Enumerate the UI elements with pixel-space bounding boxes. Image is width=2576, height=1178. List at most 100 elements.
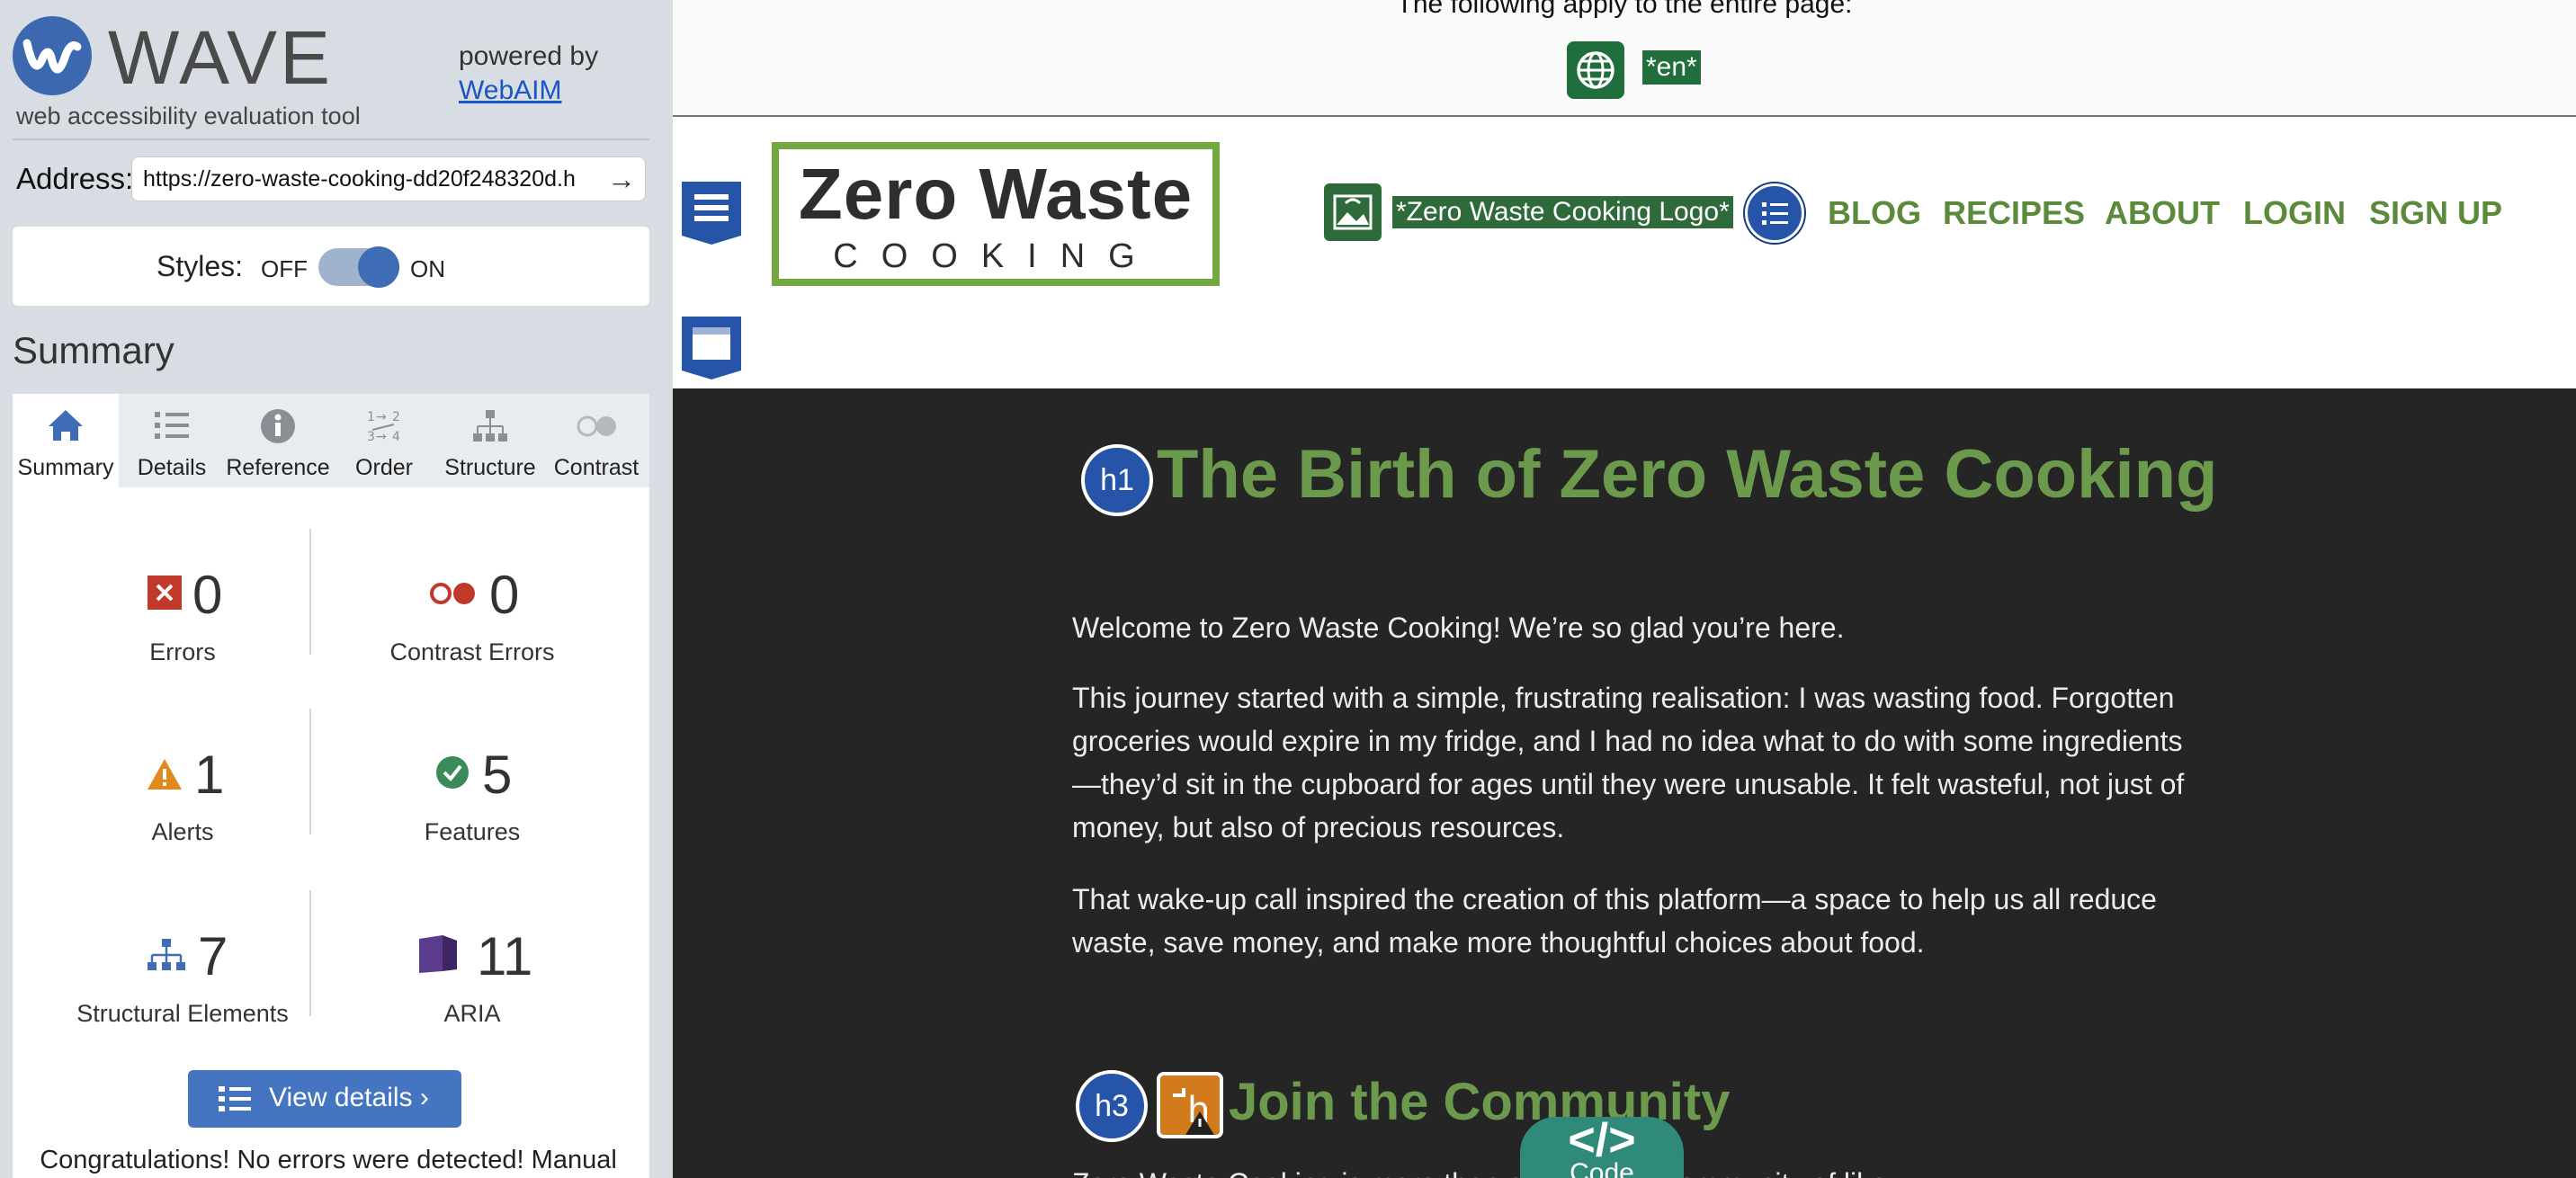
stat-structural[interactable]: 7 Structural Elements (34, 928, 331, 1045)
logo-alt-text: *Zero Waste Cooking Logo* (1392, 196, 1733, 228)
svg-text:3: 3 (367, 430, 375, 444)
styles-label: Styles: (157, 250, 244, 282)
tab-summary[interactable]: Summary (13, 394, 119, 487)
webaim-link[interactable]: WebAIM (459, 76, 561, 106)
powered-by-label: powered by (459, 41, 599, 71)
wave-logo-icon (13, 16, 92, 95)
svg-text:2: 2 (392, 410, 400, 424)
styles-on-label: ON (410, 255, 445, 282)
styles-toggle[interactable] (318, 246, 399, 288)
page-apply-text: The following apply to the entire page: (1396, 0, 1853, 19)
toggle-knob[interactable] (358, 246, 399, 288)
tab-details[interactable]: Details (119, 394, 225, 487)
summary-heading: Summary (13, 329, 174, 371)
stat-alerts[interactable]: 1 Alerts (34, 746, 331, 863)
address-value[interactable]: https://zero-waste-cooking-dd20f248320d.… (143, 166, 593, 192)
tab-label: Reference (226, 455, 330, 480)
nav-login[interactable]: LOGIN (2243, 194, 2346, 232)
svg-text:4: 4 (392, 430, 400, 444)
code-toggle-button[interactable]: </> Code (1520, 1117, 1684, 1178)
code-label: Code (1570, 1158, 1634, 1178)
structural-label: Structural Elements (76, 1000, 289, 1027)
stat-aria[interactable]: 11 ARIA (324, 928, 621, 1045)
wave-subtitle: web accessibility evaluation tool (16, 103, 361, 129)
page-preview: The following apply to the entire page: … (673, 0, 2576, 1178)
nav-sign-up[interactable]: SIGN UP (2369, 194, 2502, 232)
mission-paragraph: That wake-up call inspired the creation … (1072, 883, 2157, 959)
errors-count: 0 (192, 565, 223, 625)
svg-text:→: → (376, 410, 387, 424)
structural-count: 7 (198, 926, 228, 986)
order-icon: 1 → 2 3 → 4 (331, 406, 437, 446)
arrow-right-icon[interactable]: → (607, 163, 636, 196)
header-landmark-icon[interactable] (680, 180, 743, 246)
community-paragraph: Zero Waste Cooking is more than a a grow… (1072, 1167, 1887, 1178)
globe-icon[interactable] (1567, 41, 1624, 99)
address-input[interactable]: https://zero-waste-cooking-dd20f248320d.… (131, 156, 646, 201)
main-landmark-icon[interactable] (680, 315, 743, 381)
nav-recipes[interactable]: RECIPES (1943, 194, 2085, 232)
list-icon (219, 1086, 251, 1111)
features-count: 5 (482, 745, 513, 805)
wave-title: WAVE (108, 15, 334, 100)
contrast-error-icon (428, 579, 479, 612)
home-icon (13, 406, 119, 446)
features-label: Features (424, 818, 521, 845)
stat-contrast-errors[interactable]: 0 Contrast Errors (324, 567, 621, 683)
wave-sidebar: WAVE web accessibility evaluation tool p… (0, 0, 673, 1178)
alerts-count: 1 (194, 745, 225, 805)
h3-badge[interactable]: h3 (1076, 1070, 1148, 1142)
tab-structure[interactable]: Structure (437, 394, 543, 487)
story-paragraph: This journey started with a simple, frus… (1072, 682, 2185, 843)
aria-label: ARIA (443, 1000, 501, 1027)
logo-text-line1: Zero Waste (798, 154, 1194, 234)
h1-badge[interactable]: h1 (1081, 444, 1153, 516)
skipped-heading-alert-icon[interactable]: h (1157, 1072, 1223, 1138)
page-level-strip: The following apply to the entire page: … (673, 0, 2576, 117)
tab-label: Details (137, 455, 207, 480)
stat-features[interactable]: 5 Features (324, 746, 621, 863)
aria-cube-icon (416, 933, 461, 979)
tab-label: Structure (444, 455, 536, 480)
tab-label: Summary (17, 455, 114, 480)
linked-image-icon[interactable] (1324, 183, 1382, 241)
view-details-button[interactable]: View details › (188, 1070, 461, 1128)
tab-contrast[interactable]: Contrast (543, 394, 649, 487)
tab-label: Order (355, 455, 413, 480)
svg-text:→: → (376, 430, 387, 444)
tab-order[interactable]: 1 → 2 3 → 4 Order (331, 394, 437, 487)
main-content: h1 The Birth of Zero Waste Cooking Welco… (673, 388, 2576, 1178)
structure-icon (146, 937, 187, 977)
address-label: Address: (16, 162, 134, 195)
zero-waste-logo[interactable]: Zero Waste COOKING (772, 142, 1220, 286)
styles-off-label: OFF (261, 255, 308, 282)
tab-label: Contrast (553, 455, 640, 480)
page-title: The Birth of Zero Waste Cooking (1157, 436, 2218, 513)
contrast-errors-label: Contrast Errors (389, 638, 555, 665)
nav-blog[interactable]: BLOG (1828, 194, 1921, 232)
check-circle-icon (435, 755, 470, 794)
svg-text:1: 1 (367, 410, 375, 424)
logo-text-line2: COOKING (833, 237, 1158, 275)
congrats-message: Congratulations! No errors were detected… (40, 1146, 617, 1174)
site-header: Zero Waste COOKING *Zero Waste Cooking L… (673, 119, 2576, 308)
sidebar-divider (13, 138, 649, 140)
info-icon (225, 406, 331, 446)
aria-count: 11 (477, 926, 533, 986)
panel-tabs: Summary Details Reference 1 → 2 3 → 4 Order S… (13, 394, 649, 487)
nav-about[interactable]: ABOUT (2105, 194, 2220, 232)
intro-paragraph: Welcome to Zero Waste Cooking! We’re so … (1072, 611, 1845, 644)
tab-reference[interactable]: Reference (225, 394, 331, 487)
alert-icon (146, 757, 183, 796)
error-icon (148, 576, 182, 614)
styles-panel: Styles: OFF ON (13, 227, 649, 306)
contrast-errors-count: 0 (489, 565, 520, 625)
list-icon (119, 406, 225, 446)
contrast-icon (543, 406, 649, 446)
language-tag: *en* (1642, 50, 1701, 85)
alerts-label: Alerts (151, 818, 214, 845)
list-icon[interactable] (1745, 183, 1804, 243)
structure-icon (437, 406, 543, 446)
view-details-label[interactable]: View details › (269, 1083, 429, 1113)
stat-errors[interactable]: 0 Errors (34, 567, 331, 683)
